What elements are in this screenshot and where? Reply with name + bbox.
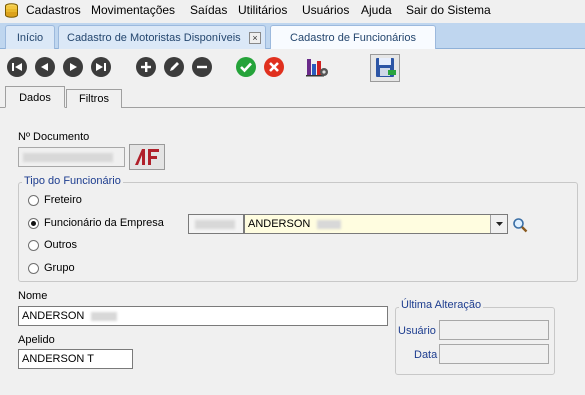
empresa-combo[interactable]: ANDERSON xyxy=(244,214,508,234)
remove-button[interactable] xyxy=(192,57,212,77)
first-record-icon xyxy=(12,63,22,71)
redacted-value xyxy=(23,153,113,162)
next-record-button[interactable] xyxy=(63,57,83,77)
previous-record-icon xyxy=(41,63,48,71)
search-icon[interactable] xyxy=(512,217,528,233)
nome-label: Nome xyxy=(18,290,48,302)
first-record-button[interactable] xyxy=(7,57,27,77)
apelido-field[interactable]: ANDERSON T xyxy=(18,349,133,369)
previous-record-button[interactable] xyxy=(35,57,55,77)
last-record-button[interactable] xyxy=(91,57,111,77)
tab-label: Cadastro de Funcionários xyxy=(290,32,416,44)
radio-freteiro-label[interactable]: Freteiro xyxy=(44,194,82,206)
menu-sair[interactable]: Sair do Sistema xyxy=(406,3,491,17)
database-stack-icon[interactable] xyxy=(4,3,19,18)
tab-filtros[interactable]: Filtros xyxy=(66,89,122,108)
nome-value: ANDERSON xyxy=(22,310,85,322)
tab-dados[interactable]: Dados xyxy=(5,86,65,108)
report-button[interactable] xyxy=(306,57,330,79)
next-record-icon xyxy=(70,63,77,71)
tab-label: Cadastro de Motoristas Disponíveis xyxy=(67,32,241,44)
add-icon xyxy=(141,62,151,72)
usuario-field xyxy=(439,320,549,340)
empresa-name-value: ANDERSON xyxy=(248,218,311,230)
edit-button[interactable] xyxy=(164,57,184,77)
data-field xyxy=(439,344,549,364)
save-disk-icon xyxy=(376,58,396,77)
cancel-button[interactable] xyxy=(264,57,284,77)
radio-funcionario-empresa-label[interactable]: Funcionário da Empresa xyxy=(44,217,164,229)
radio-grupo-label[interactable]: Grupo xyxy=(44,262,75,274)
apelido-label: Apelido xyxy=(18,334,55,346)
menu-cadastros[interactable]: Cadastros xyxy=(26,3,81,17)
ultima-alteracao-group xyxy=(395,307,555,375)
confirm-button[interactable] xyxy=(236,57,256,77)
data-label: Data xyxy=(414,349,438,361)
radio-funcionario-empresa[interactable] xyxy=(28,218,39,229)
last-record-icon xyxy=(96,63,106,71)
radio-grupo[interactable] xyxy=(28,263,39,274)
document-lookup-button[interactable] xyxy=(129,144,165,170)
tipo-funcionario-title: Tipo do Funcionário xyxy=(22,175,123,187)
tab-cadastro-funcionarios[interactable]: Cadastro de Funcionários xyxy=(270,25,436,49)
documento-label: Nº Documento xyxy=(18,131,90,143)
chevron-down-icon xyxy=(496,222,503,226)
save-button[interactable] xyxy=(370,54,400,82)
document-tab-strip: Início Cadastro de Motoristas Disponívei… xyxy=(0,23,585,49)
combo-dropdown-button[interactable] xyxy=(490,215,507,233)
menu-bar: Cadastros Movimentações Saídas Utilitári… xyxy=(0,0,585,21)
tab-label: Início xyxy=(16,32,44,44)
radio-outros-label[interactable]: Outros xyxy=(44,239,77,251)
ultima-alteracao-title: Última Alteração xyxy=(399,299,484,311)
remove-icon xyxy=(197,65,207,69)
menu-saidas[interactable]: Saídas xyxy=(190,3,227,17)
edit-pencil-icon xyxy=(170,62,179,71)
tab-label: Filtros xyxy=(79,93,109,105)
tab-cadastro-motoristas[interactable]: Cadastro de Motoristas Disponíveis × xyxy=(58,25,266,49)
empresa-code-field[interactable] xyxy=(188,214,244,234)
apelido-value: ANDERSON T xyxy=(22,353,94,365)
report-chart-icon xyxy=(306,59,328,77)
cancel-x-icon xyxy=(269,62,279,72)
menu-usuarios[interactable]: Usuários xyxy=(302,3,349,17)
redacted-value xyxy=(317,219,342,229)
tab-label: Dados xyxy=(19,92,51,104)
menu-ajuda[interactable]: Ajuda xyxy=(361,3,392,17)
red-logo-icon xyxy=(135,149,159,165)
redacted-value xyxy=(195,220,235,229)
confirm-check-icon xyxy=(240,62,252,73)
radio-outros[interactable] xyxy=(28,240,39,251)
menu-utilitarios[interactable]: Utilitários xyxy=(238,3,287,17)
redacted-value xyxy=(91,311,118,321)
tab-inicio[interactable]: Início xyxy=(5,25,55,49)
add-button[interactable] xyxy=(136,57,156,77)
menu-movimentacoes[interactable]: Movimentações xyxy=(91,3,175,17)
radio-freteiro[interactable] xyxy=(28,195,39,206)
close-icon[interactable]: × xyxy=(249,32,261,44)
usuario-label: Usuário xyxy=(398,325,436,337)
documento-field[interactable] xyxy=(18,147,125,167)
nome-field[interactable]: ANDERSON xyxy=(18,306,388,326)
